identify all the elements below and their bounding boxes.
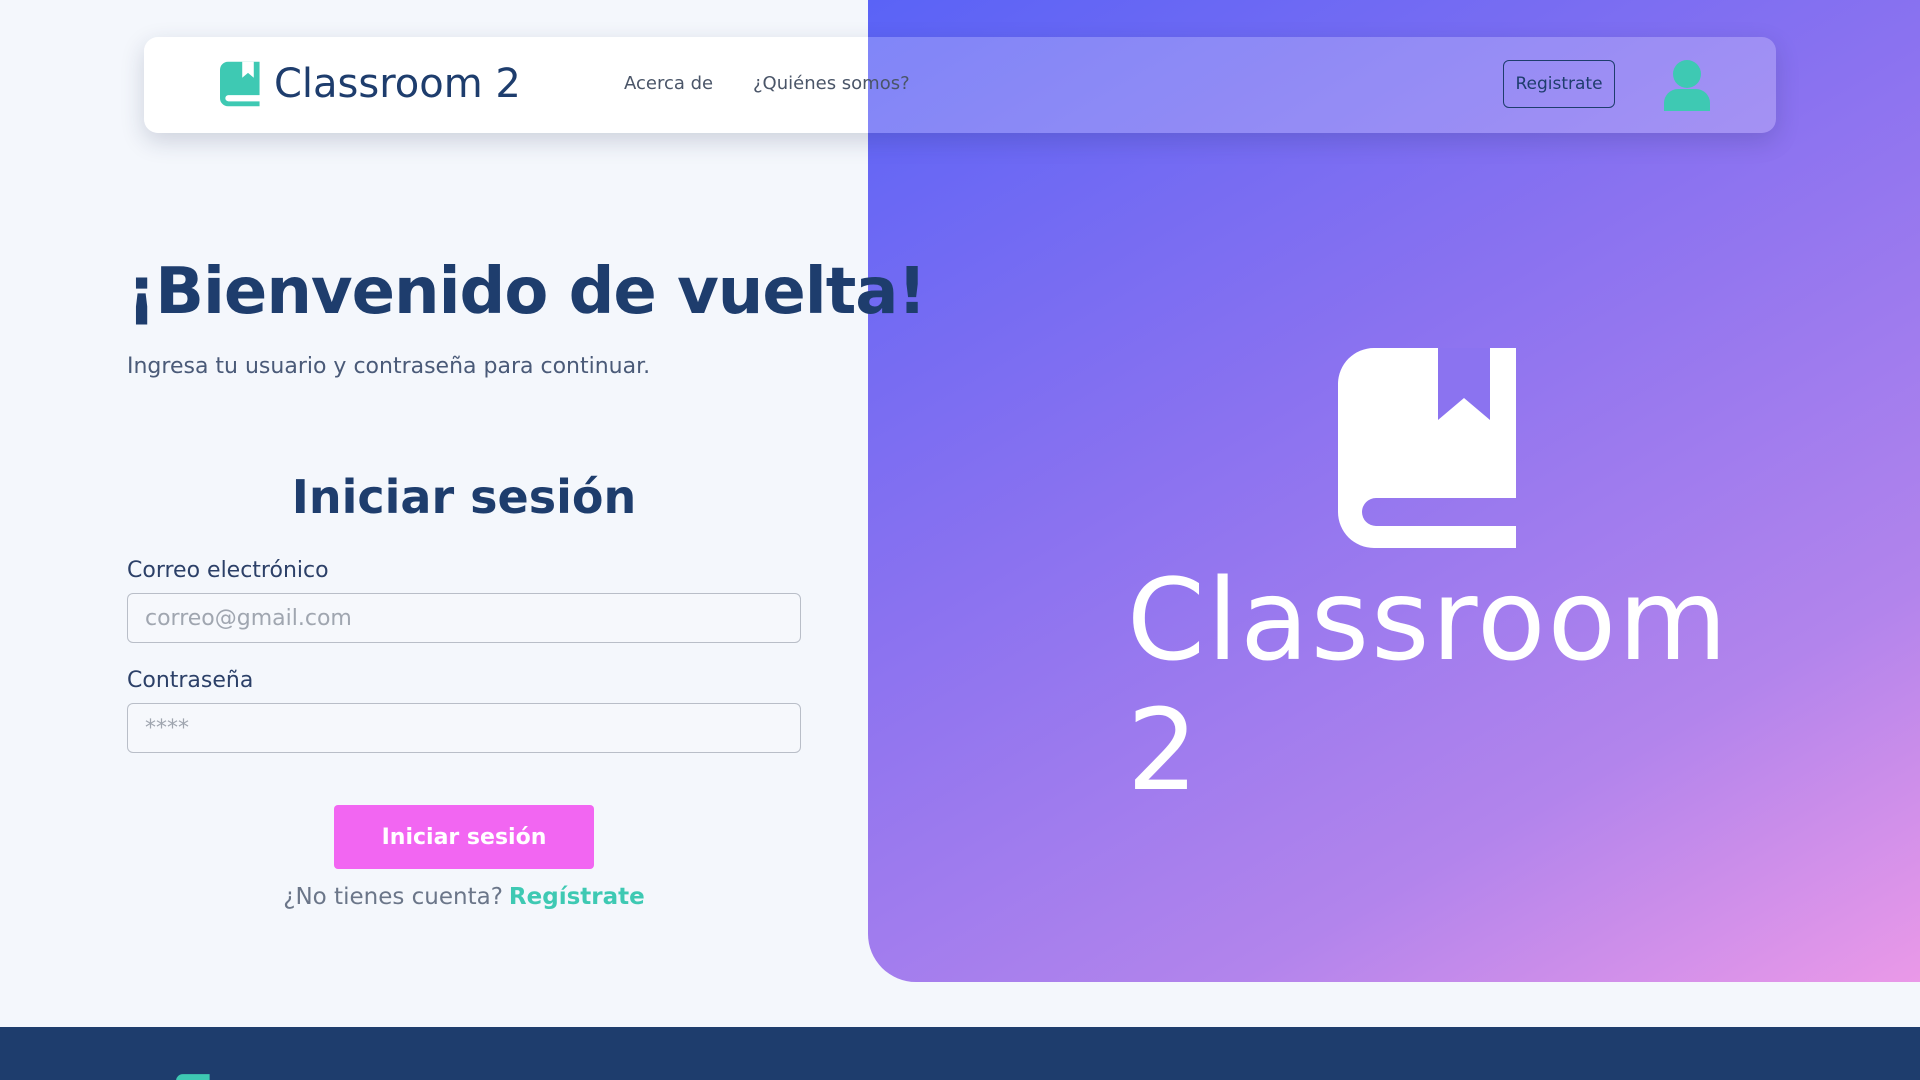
brand-name: Classroom 2 bbox=[274, 61, 521, 107]
welcome-subtitle: Ingresa tu usuario y contraseña para con… bbox=[127, 354, 651, 379]
footer bbox=[0, 1027, 1920, 1080]
email-field[interactable] bbox=[127, 593, 801, 643]
hero-panel: Classroom 2 bbox=[868, 0, 1920, 982]
register-link[interactable]: Regístrate bbox=[509, 884, 645, 910]
password-label: Contraseña bbox=[127, 668, 254, 693]
register-button[interactable]: Registrate bbox=[1503, 60, 1615, 108]
login-form-title: Iniciar sesión bbox=[291, 470, 637, 524]
no-account-line: ¿No tienes cuenta? Regístrate bbox=[127, 884, 801, 910]
navbar: Classroom 2 Acerca de ¿Quiénes somos? Re… bbox=[144, 37, 1776, 133]
user-icon[interactable] bbox=[1662, 59, 1712, 115]
book-icon bbox=[220, 61, 260, 107]
login-button[interactable]: Iniciar sesión bbox=[334, 805, 594, 869]
nav-link-who-we-are[interactable]: ¿Quiénes somos? bbox=[753, 73, 910, 94]
welcome-title: ¡Bienvenido de vuelta! bbox=[127, 255, 927, 329]
email-label: Correo electrónico bbox=[127, 558, 329, 583]
password-field[interactable] bbox=[127, 703, 801, 753]
book-icon bbox=[176, 1074, 210, 1080]
hero-content: Classroom 2 bbox=[1126, 348, 1730, 816]
no-account-text: ¿No tienes cuenta? bbox=[283, 884, 503, 910]
brand-logo[interactable]: Classroom 2 bbox=[220, 61, 521, 107]
book-icon bbox=[1338, 348, 1516, 548]
nav-link-about[interactable]: Acerca de bbox=[624, 73, 713, 94]
hero-brand-name: Classroom 2 bbox=[1126, 556, 1730, 816]
